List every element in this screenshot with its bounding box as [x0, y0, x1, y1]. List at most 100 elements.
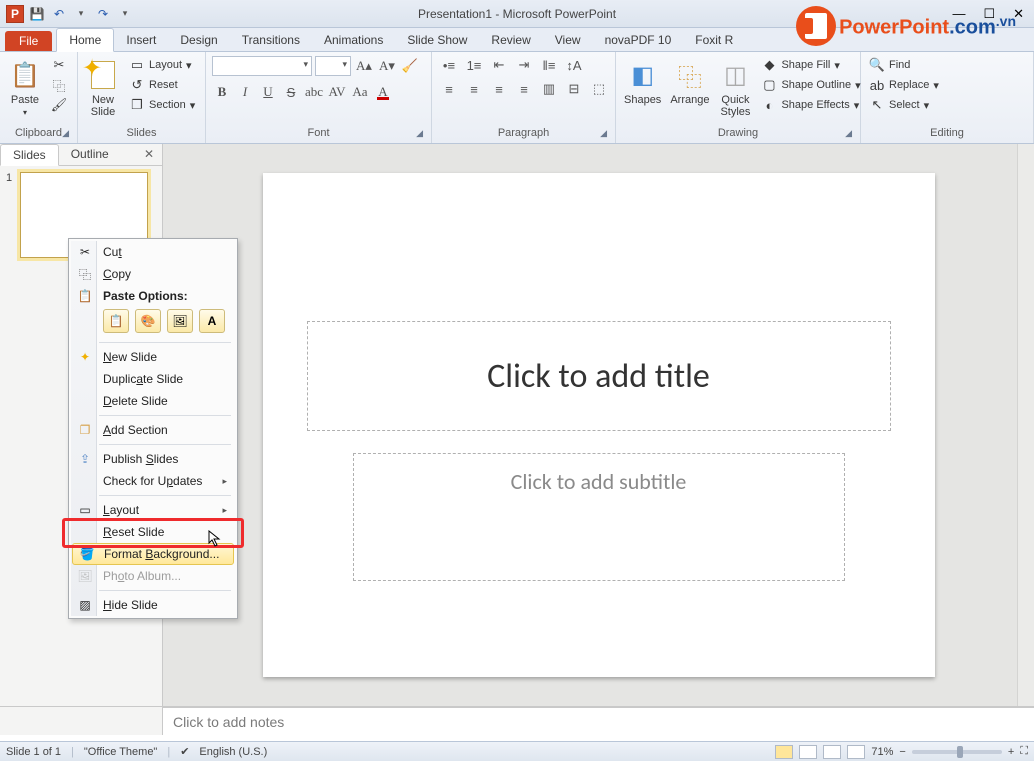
- italic-button[interactable]: I: [235, 82, 255, 102]
- section-button[interactable]: ❐Section ▾: [127, 96, 197, 114]
- shape-fill-button[interactable]: ◆Shape Fill ▾: [759, 56, 862, 74]
- ctx-cut[interactable]: ✂Cut: [71, 241, 235, 263]
- cut-icon: ✂: [51, 57, 67, 73]
- copy-button[interactable]: ⿻: [49, 76, 69, 94]
- title-placeholder[interactable]: Click to add title: [307, 321, 891, 431]
- fit-window-button[interactable]: ⛶: [1020, 745, 1028, 758]
- shapes-button[interactable]: ◧Shapes: [622, 56, 663, 108]
- tab-foxit[interactable]: Foxit R: [683, 29, 745, 51]
- sorter-view-button[interactable]: [799, 745, 817, 759]
- slide-counter: Slide 1 of 1: [6, 746, 61, 758]
- slides-tab[interactable]: Slides: [0, 144, 59, 166]
- bold-button[interactable]: B: [212, 82, 232, 102]
- shrink-font-button[interactable]: A▾: [377, 56, 397, 76]
- zoom-slider[interactable]: [912, 750, 1002, 754]
- ctx-delete-slide[interactable]: Delete Slide: [71, 390, 235, 412]
- slide-canvas[interactable]: Click to add title Click to add subtitle: [263, 173, 935, 677]
- inc-indent-button[interactable]: ⇥: [513, 56, 535, 74]
- font-color-button[interactable]: A: [373, 82, 393, 102]
- ctx-check-updates[interactable]: Check for Updates▸: [71, 470, 235, 492]
- tab-review[interactable]: Review: [479, 29, 542, 51]
- slideshow-view-button[interactable]: [847, 745, 865, 759]
- outline-tab[interactable]: Outline: [59, 144, 121, 165]
- tab-insert[interactable]: Insert: [114, 29, 168, 51]
- subtitle-placeholder[interactable]: Click to add subtitle: [353, 453, 845, 581]
- new-slide-button[interactable]: ✦ New Slide: [84, 56, 122, 120]
- notes-pane[interactable]: Click to add notes: [163, 707, 1034, 741]
- shape-effects-button[interactable]: ◐Shape Effects ▾: [759, 96, 862, 114]
- qat-dropdown-icon[interactable]: ▾: [72, 5, 90, 23]
- status-bar: Slide 1 of 1 | "Office Theme" | ✔ Englis…: [0, 741, 1034, 761]
- layout-button[interactable]: ▭Layout ▾: [127, 56, 197, 74]
- tab-novapdf[interactable]: novaPDF 10: [593, 29, 684, 51]
- select-button[interactable]: ↖Select ▾: [867, 96, 941, 114]
- quick-styles-button[interactable]: ◫Quick Styles: [716, 56, 754, 120]
- group-editing: 🔍Find abReplace ▾ ↖Select ▾ Editing: [861, 52, 1034, 143]
- reset-button[interactable]: ↺Reset: [127, 76, 197, 94]
- char-spacing-button[interactable]: AV: [327, 82, 347, 102]
- change-case-button[interactable]: Aa: [350, 82, 370, 102]
- tab-transitions[interactable]: Transitions: [230, 29, 312, 51]
- find-button[interactable]: 🔍Find: [867, 56, 941, 74]
- context-menu: ✂Cut ⿻Copy 📋Paste Options: 📋 🎨 🖼 A ✦New …: [68, 238, 238, 619]
- ctx-new-slide[interactable]: ✦New Slide: [71, 346, 235, 368]
- smartart-button[interactable]: ⬚: [588, 80, 610, 98]
- ctx-hide-slide[interactable]: ▨Hide Slide: [71, 594, 235, 616]
- align-center-button[interactable]: ≡: [463, 80, 485, 98]
- save-icon[interactable]: 💾: [28, 5, 46, 23]
- tab-view[interactable]: View: [543, 29, 593, 51]
- paste-opt-text[interactable]: A: [199, 309, 225, 333]
- redo-icon[interactable]: ↷: [94, 5, 112, 23]
- group-slides: ✦ New Slide ▭Layout ▾ ↺Reset ❐Section ▾ …: [78, 52, 206, 143]
- line-spacing-button[interactable]: ‖≡: [538, 56, 560, 74]
- zoom-out-button[interactable]: −: [899, 746, 905, 758]
- undo-icon[interactable]: ↶: [50, 5, 68, 23]
- tab-file[interactable]: File: [5, 31, 52, 51]
- font-family-combo[interactable]: [212, 56, 312, 76]
- normal-view-button[interactable]: [775, 745, 793, 759]
- grow-font-button[interactable]: A▴: [354, 56, 374, 76]
- align-left-button[interactable]: ≡: [438, 80, 460, 98]
- bullets-button[interactable]: •≡: [438, 56, 460, 74]
- effects-icon: ◐: [761, 97, 777, 113]
- ctx-layout[interactable]: ▭Layout▸: [71, 499, 235, 521]
- clear-format-button[interactable]: 🧹: [400, 56, 420, 76]
- ctx-duplicate-slide[interactable]: Duplicate Slide: [71, 368, 235, 390]
- paste-opt-dest[interactable]: 📋: [103, 309, 129, 333]
- vertical-scrollbar[interactable]: [1017, 144, 1034, 706]
- paste-button[interactable]: 📋 Paste ▾: [6, 56, 44, 119]
- zoom-level[interactable]: 71%: [871, 746, 893, 758]
- replace-button[interactable]: abReplace ▾: [867, 76, 941, 94]
- cut-button[interactable]: ✂: [49, 56, 69, 74]
- qat-customize-icon[interactable]: ▾: [116, 5, 134, 23]
- pane-close-button[interactable]: ✕: [136, 144, 162, 165]
- font-size-combo[interactable]: [315, 56, 351, 76]
- format-painter-button[interactable]: 🖌: [49, 96, 69, 114]
- underline-button[interactable]: U: [258, 82, 278, 102]
- shape-outline-button[interactable]: ▢Shape Outline ▾: [759, 76, 862, 94]
- align-text-button[interactable]: ⊟: [563, 80, 585, 98]
- dec-indent-button[interactable]: ⇤: [488, 56, 510, 74]
- arrange-button[interactable]: ⿻Arrange: [668, 56, 711, 108]
- tab-slideshow[interactable]: Slide Show: [395, 29, 479, 51]
- paste-opt-source[interactable]: 🎨: [135, 309, 161, 333]
- language-status[interactable]: English (U.S.): [199, 746, 267, 758]
- paste-opt-picture[interactable]: 🖼: [167, 309, 193, 333]
- zoom-in-button[interactable]: +: [1008, 746, 1014, 758]
- tab-animations[interactable]: Animations: [312, 29, 395, 51]
- reading-view-button[interactable]: [823, 745, 841, 759]
- ctx-publish-slides[interactable]: ⇪Publish Slides: [71, 448, 235, 470]
- numbering-button[interactable]: 1≡: [463, 56, 485, 74]
- ctx-copy[interactable]: ⿻Copy: [71, 263, 235, 285]
- strike-button[interactable]: S: [281, 82, 301, 102]
- text-direction-button[interactable]: ↕A: [563, 56, 585, 74]
- ctx-add-section[interactable]: ❐Add Section: [71, 419, 235, 441]
- justify-button[interactable]: ≡: [513, 80, 535, 98]
- align-right-button[interactable]: ≡: [488, 80, 510, 98]
- tab-design[interactable]: Design: [168, 29, 229, 51]
- tab-home[interactable]: Home: [56, 28, 114, 52]
- shadow-button[interactable]: abc: [304, 82, 324, 102]
- spell-check-icon[interactable]: ✔: [180, 745, 189, 758]
- columns-button[interactable]: ▥: [538, 80, 560, 98]
- brand-logo-icon: [796, 6, 836, 46]
